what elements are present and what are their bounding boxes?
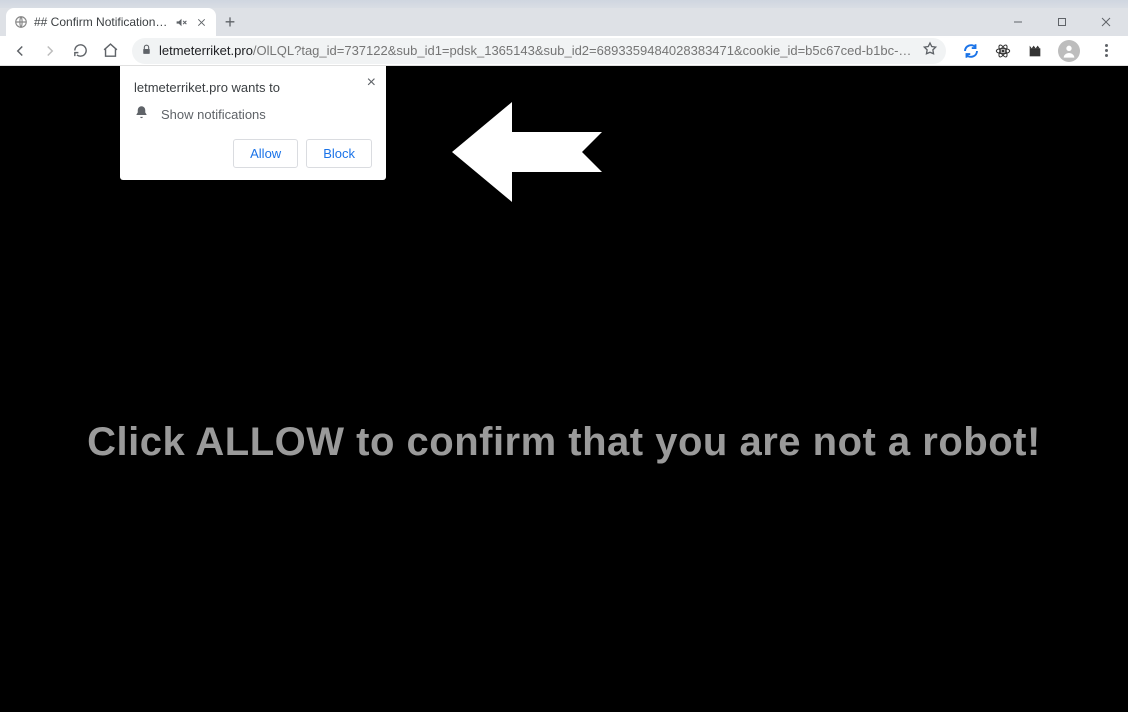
window-close-button[interactable] <box>1084 8 1128 36</box>
url-path: /OlLQL?tag_id=737122&sub_id1=pdsk_136514… <box>253 43 916 58</box>
dialog-origin-text: letmeterriket.pro wants to <box>134 80 372 95</box>
refresh-extension-icon[interactable] <box>962 42 980 60</box>
bell-icon <box>134 105 149 123</box>
browser-menu-button[interactable] <box>1094 44 1118 57</box>
browser-toolbar: letmeterriket.pro/OlLQL?tag_id=737122&su… <box>0 36 1128 66</box>
window-titlebar <box>0 0 1128 8</box>
allow-button[interactable]: Allow <box>233 139 298 168</box>
profile-avatar[interactable] <box>1058 40 1080 62</box>
address-bar[interactable]: letmeterriket.pro/OlLQL?tag_id=737122&su… <box>132 38 946 64</box>
back-button[interactable] <box>6 37 34 65</box>
lock-icon <box>140 43 153 59</box>
extension-icons <box>962 40 1118 62</box>
dialog-close-icon[interactable]: × <box>367 74 376 92</box>
page-content: × letmeterriket.pro wants to Show notifi… <box>0 66 1128 712</box>
dialog-capability-text: Show notifications <box>161 107 266 122</box>
bookmark-star-icon[interactable] <box>922 41 938 60</box>
tab-strip: ## Confirm Notifications ## + <box>0 8 1128 36</box>
reload-button[interactable] <box>66 37 94 65</box>
clapperboard-extension-icon[interactable] <box>1026 42 1044 60</box>
window-maximize-button[interactable] <box>1040 8 1084 36</box>
arrow-left-icon <box>452 102 602 227</box>
window-minimize-button[interactable] <box>996 8 1040 36</box>
new-tab-button[interactable]: + <box>216 8 244 36</box>
page-headline: Click ALLOW to confirm that you are not … <box>0 420 1128 465</box>
home-button[interactable] <box>96 37 124 65</box>
url-domain: letmeterriket.pro <box>159 43 253 58</box>
block-button[interactable]: Block <box>306 139 372 168</box>
window-controls <box>996 8 1128 36</box>
url-text: letmeterriket.pro/OlLQL?tag_id=737122&su… <box>159 43 916 58</box>
globe-icon <box>14 15 28 29</box>
tab-close-icon[interactable] <box>194 17 208 28</box>
atom-extension-icon[interactable] <box>994 42 1012 60</box>
tab-title: ## Confirm Notifications ## <box>34 15 168 29</box>
forward-button[interactable] <box>36 37 64 65</box>
browser-tab[interactable]: ## Confirm Notifications ## <box>6 8 216 36</box>
notification-permission-dialog: × letmeterriket.pro wants to Show notifi… <box>120 66 386 180</box>
speaker-muted-icon[interactable] <box>174 16 188 29</box>
